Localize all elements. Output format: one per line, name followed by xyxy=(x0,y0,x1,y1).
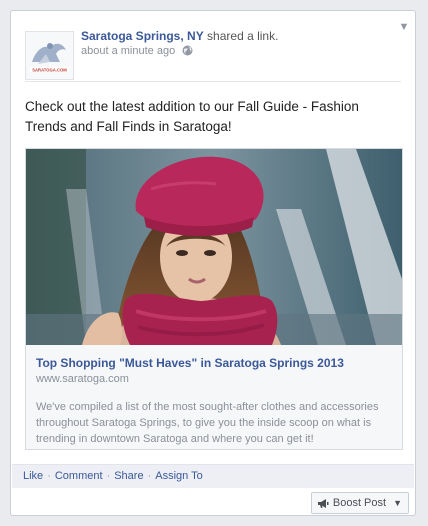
post-header: Saratoga Springs, NY shared a link. xyxy=(81,29,278,43)
link-attachment[interactable]: Top Shopping "Must Haves" in Saratoga Sp… xyxy=(25,148,403,450)
avatar[interactable]: SARATOGA.COM xyxy=(25,31,74,80)
post-meta: about a minute ago xyxy=(81,45,193,59)
separator-dot: · xyxy=(47,470,51,482)
post-timestamp[interactable]: about a minute ago xyxy=(81,45,175,57)
assign-to-link[interactable]: Assign To xyxy=(155,470,203,482)
boost-post-button[interactable]: Boost Post ▼ xyxy=(310,492,409,514)
link-description: We've compiled a list of the most sought… xyxy=(36,401,379,445)
action-bar: Like · Comment · Share · Assign To xyxy=(12,464,414,488)
chevron-down-icon[interactable]: ▼ xyxy=(395,18,413,36)
megaphone-icon xyxy=(317,498,329,509)
header-divider xyxy=(25,81,401,82)
page-name-link[interactable]: Saratoga Springs, NY xyxy=(81,29,204,43)
post-action-text: shared a link. xyxy=(207,29,279,43)
comment-link[interactable]: Comment xyxy=(55,470,103,482)
post-card: ▼ SARATOGA.COM Saratoga Springs, NY shar… xyxy=(10,10,416,516)
link-title[interactable]: Top Shopping "Must Haves" in Saratoga Sp… xyxy=(36,356,344,370)
like-link[interactable]: Like xyxy=(23,470,43,482)
share-link[interactable]: Share xyxy=(114,470,143,482)
attachment-photo[interactable] xyxy=(26,149,402,345)
boost-post-label: Boost Post xyxy=(332,497,387,509)
globe-icon[interactable] xyxy=(182,45,193,59)
separator-dot: · xyxy=(147,470,152,482)
caret-down-icon: ▼ xyxy=(393,498,402,508)
avatar-logo-text: SARATOGA.COM xyxy=(32,67,67,72)
page-logo: SARATOGA.COM xyxy=(26,32,73,79)
link-domain: www.saratoga.com xyxy=(36,373,129,385)
separator-dot: · xyxy=(106,470,111,482)
post-message: Check out the latest addition to our Fal… xyxy=(25,99,359,134)
